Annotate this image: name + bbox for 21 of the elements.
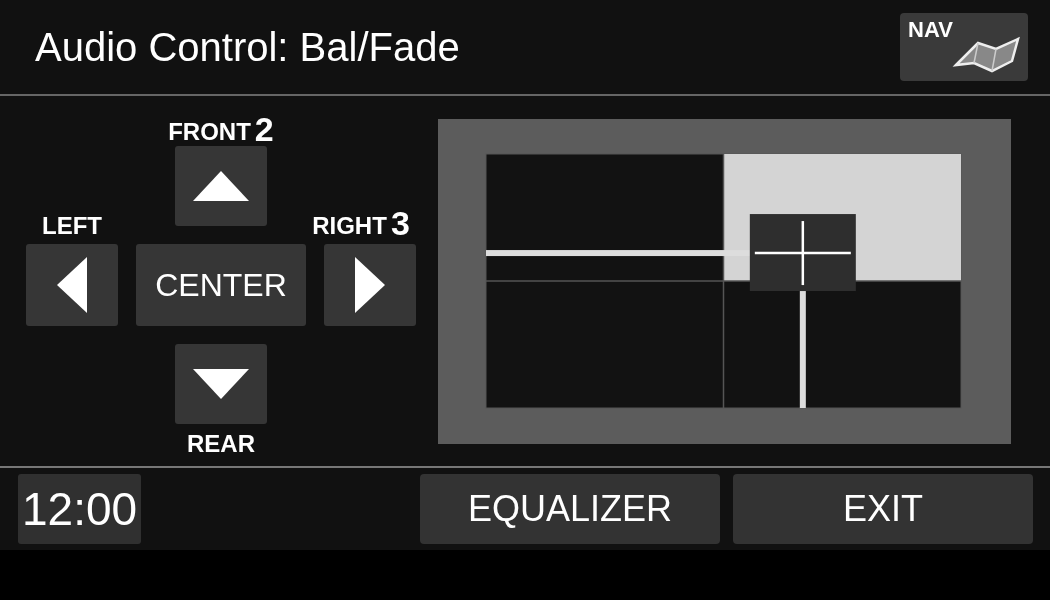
callout-number: 3 <box>390 206 410 240</box>
right-arrow-icon <box>353 255 387 315</box>
callout-number: 2 <box>254 112 274 146</box>
up-arrow-icon <box>191 169 251 203</box>
left-arrow-icon <box>55 255 89 315</box>
down-arrow-icon <box>191 367 251 401</box>
up-button[interactable] <box>175 146 267 226</box>
screen-title: Audio Control: Bal/Fade <box>35 24 460 70</box>
front-label: FRONT <box>168 118 251 146</box>
position-cursor[interactable] <box>749 213 856 291</box>
right-label: RIGHT <box>312 212 387 240</box>
nav-button[interactable]: NAV <box>900 13 1028 81</box>
footer-button[interactable]: EXIT <box>733 474 1033 544</box>
clock: 12:00 <box>18 474 142 544</box>
rear-label: REAR <box>187 430 255 458</box>
right-button[interactable] <box>324 244 416 326</box>
footer-button[interactable]: EQUALIZER <box>420 474 720 544</box>
left-button[interactable] <box>26 244 118 326</box>
left-label: LEFT <box>42 212 102 240</box>
down-button[interactable] <box>175 344 267 424</box>
center-button[interactable]: CENTER <box>136 244 306 326</box>
